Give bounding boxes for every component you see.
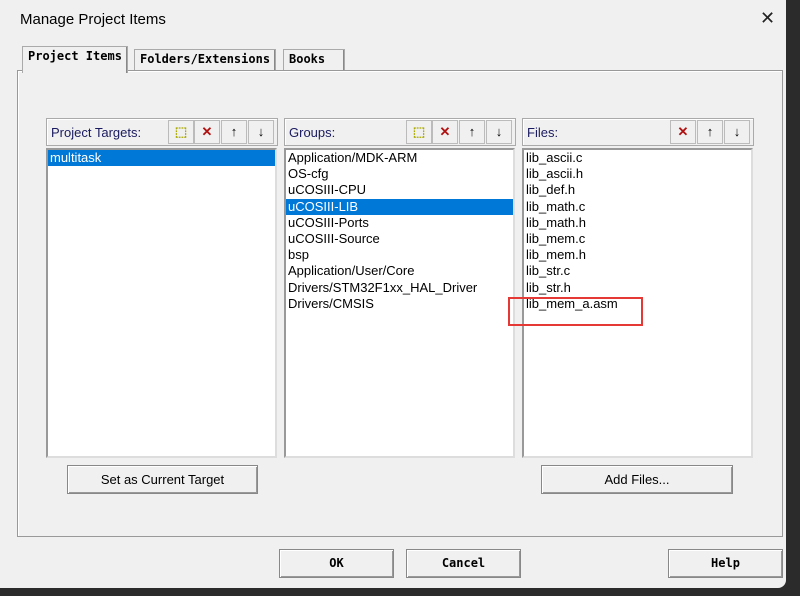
- list-item[interactable]: Application/User/Core: [286, 263, 513, 279]
- move-up-icon[interactable]: ↑: [697, 120, 723, 144]
- move-up-icon[interactable]: ↑: [459, 120, 485, 144]
- list-item[interactable]: uCOSIII-CPU: [286, 182, 513, 198]
- files-label: Files:: [527, 125, 559, 140]
- list-item[interactable]: multitask: [48, 150, 275, 167]
- list-item[interactable]: bsp: [286, 247, 513, 263]
- list-item[interactable]: lib_ascii.c: [524, 150, 751, 166]
- list-item[interactable]: lib_mem.h: [524, 247, 751, 263]
- list-item[interactable]: lib_str.c: [524, 263, 751, 279]
- list-item[interactable]: lib_math.h: [524, 215, 751, 231]
- list-item[interactable]: Drivers/STM32F1xx_HAL_Driver: [286, 280, 513, 296]
- targets-header: Project Targets: ⬚ ✕ ↑ ↓: [46, 118, 278, 146]
- dialog-title: Manage Project Items: [20, 11, 166, 28]
- list-item[interactable]: uCOSIII-LIB: [286, 198, 513, 215]
- move-down-icon[interactable]: ↓: [248, 120, 274, 144]
- close-icon[interactable]: ✕: [760, 8, 775, 29]
- list-item[interactable]: Drivers/CMSIS: [286, 296, 513, 312]
- move-up-icon[interactable]: ↑: [221, 120, 247, 144]
- tab-project-items[interactable]: Project Items: [22, 46, 128, 73]
- list-item[interactable]: lib_str.h: [524, 280, 751, 296]
- groups-header: Groups: ⬚ ✕ ↑ ↓: [284, 118, 516, 146]
- list-item[interactable]: lib_math.c: [524, 199, 751, 215]
- tab-books[interactable]: Books: [283, 49, 345, 72]
- new-target-icon[interactable]: ⬚: [168, 120, 194, 144]
- groups-list[interactable]: Application/MDK-ARM OS-cfg uCOSIII-CPU u…: [284, 148, 515, 458]
- list-item[interactable]: lib_def.h: [524, 182, 751, 198]
- targets-list[interactable]: multitask: [46, 148, 277, 458]
- list-item[interactable]: Application/MDK-ARM: [286, 150, 513, 166]
- list-item[interactable]: lib_mem.c: [524, 231, 751, 247]
- delete-file-icon[interactable]: ✕: [670, 120, 696, 144]
- highlight-box: [508, 297, 643, 326]
- manage-project-items-dialog: Manage Project Items ✕ Project Items Fol…: [0, 0, 786, 588]
- files-header: Files: ✕ ↑ ↓: [522, 118, 754, 146]
- delete-group-icon[interactable]: ✕: [432, 120, 458, 144]
- help-button[interactable]: Help: [668, 549, 783, 578]
- list-item[interactable]: lib_ascii.h: [524, 166, 751, 182]
- cancel-button[interactable]: Cancel: [406, 549, 521, 578]
- move-down-icon[interactable]: ↓: [486, 120, 512, 144]
- tab-folders-extensions[interactable]: Folders/Extensions: [134, 49, 277, 72]
- add-files-button[interactable]: Add Files...: [541, 465, 733, 494]
- ok-button[interactable]: OK: [279, 549, 394, 578]
- list-item[interactable]: uCOSIII-Source: [286, 231, 513, 247]
- list-item[interactable]: uCOSIII-Ports: [286, 215, 513, 231]
- delete-target-icon[interactable]: ✕: [194, 120, 220, 144]
- set-current-target-button[interactable]: Set as Current Target: [67, 465, 258, 494]
- groups-label: Groups:: [289, 125, 336, 140]
- targets-label: Project Targets:: [51, 125, 142, 140]
- new-group-icon[interactable]: ⬚: [406, 120, 432, 144]
- list-item[interactable]: OS-cfg: [286, 166, 513, 182]
- move-down-icon[interactable]: ↓: [724, 120, 750, 144]
